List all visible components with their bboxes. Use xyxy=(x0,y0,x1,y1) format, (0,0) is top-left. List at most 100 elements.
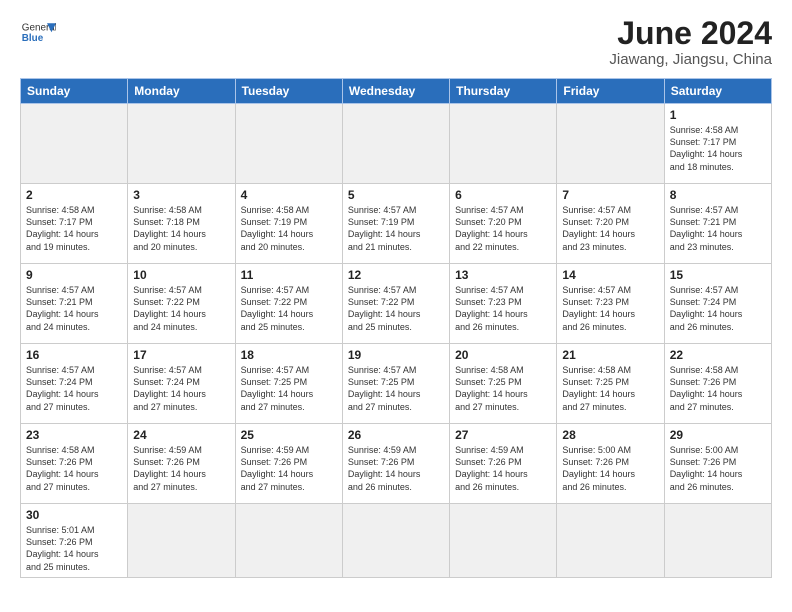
calendar-cell-34: 29 Sunrise: 5:00 AM Sunset: 7:26 PM Dayli… xyxy=(664,424,771,504)
day-number-27: 27 xyxy=(455,428,551,442)
calendar-cell-0 xyxy=(21,104,128,184)
calendar-row-1: 1 Sunrise: 4:58 AM Sunset: 7:17 PM Daylig… xyxy=(21,104,772,184)
day-number-17: 17 xyxy=(133,348,229,362)
day-info-3: Sunrise: 4:58 AM Sunset: 7:18 PM Dayligh… xyxy=(133,204,229,253)
svg-text:Blue: Blue xyxy=(22,33,44,44)
day-info-8: Sunrise: 4:57 AM Sunset: 7:21 PM Dayligh… xyxy=(670,204,766,253)
calendar: Sunday Monday Tuesday Wednesday Thursday… xyxy=(20,78,772,578)
day-number-26: 26 xyxy=(348,428,444,442)
day-number-28: 28 xyxy=(562,428,658,442)
header-wednesday: Wednesday xyxy=(342,79,449,104)
day-info-10: Sunrise: 4:57 AM Sunset: 7:22 PM Dayligh… xyxy=(133,284,229,333)
calendar-cell-27: 22 Sunrise: 4:58 AM Sunset: 7:26 PM Dayli… xyxy=(664,344,771,424)
calendar-cell-29: 24Sunrise: 4:59 AM Sunset: 7:26 PM Dayli… xyxy=(128,424,235,504)
day-info-5: Sunrise: 4:57 AM Sunset: 7:19 PM Dayligh… xyxy=(348,204,444,253)
calendar-row-5: 23Sunrise: 4:58 AM Sunset: 7:26 PM Dayli… xyxy=(21,424,772,504)
calendar-cell-10: 5 Sunrise: 4:57 AM Sunset: 7:19 PM Daylig… xyxy=(342,184,449,264)
day-info-25: Sunrise: 4:59 AM Sunset: 7:26 PM Dayligh… xyxy=(241,444,337,493)
day-number-19: 19 xyxy=(348,348,444,362)
title-block: June 2024 Jiawang, Jiangsu, China xyxy=(609,16,772,68)
day-info-27: Sunrise: 4:59 AM Sunset: 7:26 PM Dayligh… xyxy=(455,444,551,493)
calendar-cell-31: 26Sunrise: 4:59 AM Sunset: 7:26 PM Dayli… xyxy=(342,424,449,504)
calendar-row-3: 9 Sunrise: 4:57 AM Sunset: 7:21 PM Daylig… xyxy=(21,264,772,344)
calendar-row-6: 30 Sunrise: 5:01 AM Sunset: 7:26 PM Dayli… xyxy=(21,504,772,578)
day-info-14: Sunrise: 4:57 AM Sunset: 7:23 PM Dayligh… xyxy=(562,284,658,333)
day-number-10: 10 xyxy=(133,268,229,282)
day-number-6: 6 xyxy=(455,188,551,202)
calendar-cell-2 xyxy=(235,104,342,184)
day-info-13: Sunrise: 4:57 AM Sunset: 7:23 PM Dayligh… xyxy=(455,284,551,333)
day-number-25: 25 xyxy=(241,428,337,442)
calendar-cell-12: 7Sunrise: 4:57 AM Sunset: 7:20 PM Daylig… xyxy=(557,184,664,264)
calendar-cell-32: 27 Sunrise: 4:59 AM Sunset: 7:26 PM Dayli… xyxy=(450,424,557,504)
day-info-30: Sunrise: 5:01 AM Sunset: 7:26 PM Dayligh… xyxy=(26,524,122,573)
day-info-21: Sunrise: 4:58 AM Sunset: 7:25 PM Dayligh… xyxy=(562,364,658,413)
header-saturday: Saturday xyxy=(664,79,771,104)
day-number-11: 11 xyxy=(241,268,337,282)
day-number-30: 30 xyxy=(26,508,122,522)
calendar-cell-28: 23Sunrise: 4:58 AM Sunset: 7:26 PM Dayli… xyxy=(21,424,128,504)
day-info-22: Sunrise: 4:58 AM Sunset: 7:26 PM Dayligh… xyxy=(670,364,766,413)
calendar-cell-26: 21Sunrise: 4:58 AM Sunset: 7:25 PM Dayli… xyxy=(557,344,664,424)
header-friday: Friday xyxy=(557,79,664,104)
calendar-cell-7: 2Sunrise: 4:58 AM Sunset: 7:17 PM Daylig… xyxy=(21,184,128,264)
day-number-20: 20 xyxy=(455,348,551,362)
day-number-29: 29 xyxy=(670,428,766,442)
day-info-15: Sunrise: 4:57 AM Sunset: 7:24 PM Dayligh… xyxy=(670,284,766,333)
calendar-cell-1 xyxy=(128,104,235,184)
day-info-24: Sunrise: 4:59 AM Sunset: 7:26 PM Dayligh… xyxy=(133,444,229,493)
day-info-29: Sunrise: 5:00 AM Sunset: 7:26 PM Dayligh… xyxy=(670,444,766,493)
day-number-4: 4 xyxy=(241,188,337,202)
calendar-cell-35: 30 Sunrise: 5:01 AM Sunset: 7:26 PM Dayli… xyxy=(21,504,128,578)
day-info-18: Sunrise: 4:57 AM Sunset: 7:25 PM Dayligh… xyxy=(241,364,337,413)
day-number-22: 22 xyxy=(670,348,766,362)
day-info-2: Sunrise: 4:58 AM Sunset: 7:17 PM Dayligh… xyxy=(26,204,122,253)
calendar-cell-30: 25 Sunrise: 4:59 AM Sunset: 7:26 PM Dayli… xyxy=(235,424,342,504)
calendar-cell-39 xyxy=(450,504,557,578)
day-info-28: Sunrise: 5:00 AM Sunset: 7:26 PM Dayligh… xyxy=(562,444,658,493)
calendar-cell-4 xyxy=(450,104,557,184)
calendar-cell-33: 28 Sunrise: 5:00 AM Sunset: 7:26 PM Dayli… xyxy=(557,424,664,504)
day-info-23: Sunrise: 4:58 AM Sunset: 7:26 PM Dayligh… xyxy=(26,444,122,493)
calendar-cell-13: 8Sunrise: 4:57 AM Sunset: 7:21 PM Daylig… xyxy=(664,184,771,264)
day-number-18: 18 xyxy=(241,348,337,362)
day-number-5: 5 xyxy=(348,188,444,202)
calendar-cell-40 xyxy=(557,504,664,578)
day-number-15: 15 xyxy=(670,268,766,282)
calendar-cell-41 xyxy=(664,504,771,578)
day-info-19: Sunrise: 4:57 AM Sunset: 7:25 PM Dayligh… xyxy=(348,364,444,413)
day-number-7: 7 xyxy=(562,188,658,202)
calendar-cell-38 xyxy=(342,504,449,578)
calendar-cell-23: 18 Sunrise: 4:57 AM Sunset: 7:25 PM Dayli… xyxy=(235,344,342,424)
calendar-cell-22: 17 Sunrise: 4:57 AM Sunset: 7:24 PM Dayli… xyxy=(128,344,235,424)
calendar-cell-3 xyxy=(342,104,449,184)
calendar-cell-37 xyxy=(235,504,342,578)
calendar-cell-36 xyxy=(128,504,235,578)
calendar-row-4: 16 Sunrise: 4:57 AM Sunset: 7:24 PM Dayli… xyxy=(21,344,772,424)
calendar-cell-8: 3Sunrise: 4:58 AM Sunset: 7:18 PM Daylig… xyxy=(128,184,235,264)
day-info-1: Sunrise: 4:58 AM Sunset: 7:17 PM Dayligh… xyxy=(670,124,766,173)
page: General Blue June 2024 Jiawang, Jiangsu,… xyxy=(0,0,792,594)
calendar-cell-15: 10 Sunrise: 4:57 AM Sunset: 7:22 PM Dayli… xyxy=(128,264,235,344)
location: Jiawang, Jiangsu, China xyxy=(609,51,772,68)
calendar-cell-14: 9 Sunrise: 4:57 AM Sunset: 7:21 PM Daylig… xyxy=(21,264,128,344)
day-info-11: Sunrise: 4:57 AM Sunset: 7:22 PM Dayligh… xyxy=(241,284,337,333)
calendar-cell-20: 15 Sunrise: 4:57 AM Sunset: 7:24 PM Dayli… xyxy=(664,264,771,344)
calendar-cell-25: 20 Sunrise: 4:58 AM Sunset: 7:25 PM Dayli… xyxy=(450,344,557,424)
calendar-cell-24: 19 Sunrise: 4:57 AM Sunset: 7:25 PM Dayli… xyxy=(342,344,449,424)
calendar-cell-11: 6Sunrise: 4:57 AM Sunset: 7:20 PM Daylig… xyxy=(450,184,557,264)
day-number-9: 9 xyxy=(26,268,122,282)
calendar-cell-5 xyxy=(557,104,664,184)
day-info-17: Sunrise: 4:57 AM Sunset: 7:24 PM Dayligh… xyxy=(133,364,229,413)
day-info-9: Sunrise: 4:57 AM Sunset: 7:21 PM Dayligh… xyxy=(26,284,122,333)
calendar-cell-9: 4Sunrise: 4:58 AM Sunset: 7:19 PM Daylig… xyxy=(235,184,342,264)
day-info-20: Sunrise: 4:58 AM Sunset: 7:25 PM Dayligh… xyxy=(455,364,551,413)
generalblue-icon: General Blue xyxy=(20,16,56,52)
calendar-cell-16: 11 Sunrise: 4:57 AM Sunset: 7:22 PM Dayli… xyxy=(235,264,342,344)
day-info-16: Sunrise: 4:57 AM Sunset: 7:24 PM Dayligh… xyxy=(26,364,122,413)
header-sunday: Sunday xyxy=(21,79,128,104)
calendar-cell-17: 12Sunrise: 4:57 AM Sunset: 7:22 PM Dayli… xyxy=(342,264,449,344)
calendar-cell-6: 1 Sunrise: 4:58 AM Sunset: 7:17 PM Daylig… xyxy=(664,104,771,184)
day-number-1: 1 xyxy=(670,108,766,122)
day-number-16: 16 xyxy=(26,348,122,362)
